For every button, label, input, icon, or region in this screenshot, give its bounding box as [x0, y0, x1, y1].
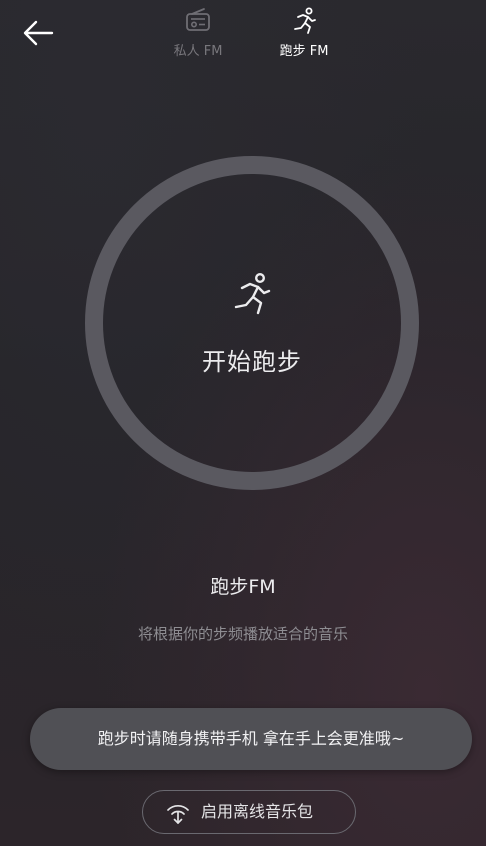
enable-offline-pack-button[interactable]: 启用离线音乐包 — [142, 790, 356, 834]
radio-icon — [186, 8, 210, 31]
start-running-button[interactable]: 开始跑步 — [82, 153, 422, 493]
progress-ring — [85, 156, 419, 490]
fm-tabs: 私人 FM 跑步 FM — [160, 6, 350, 66]
toast-message: 跑步时请随身携带手机 拿在手上会更准哦~ — [30, 708, 472, 770]
fm-description: 将根据你的步频播放适合的音乐 — [137, 625, 348, 643]
fm-title: 跑步FM — [210, 576, 276, 598]
running-icon — [294, 7, 316, 34]
enable-offline-pack-label: 启用离线音乐包 — [201, 802, 314, 821]
offline-download-icon — [167, 804, 189, 824]
tab-running-fm-label: 跑步 FM — [279, 44, 329, 59]
tab-private-fm[interactable]: 私人 FM — [153, 6, 243, 66]
tab-running-fm[interactable]: 跑步 FM — [259, 6, 349, 66]
start-running-label: 开始跑步 — [202, 348, 302, 376]
running-icon — [234, 272, 271, 315]
tab-private-fm-label: 私人 FM — [173, 44, 223, 59]
back-button[interactable] — [18, 14, 58, 54]
arrow-left-icon — [23, 20, 54, 46]
